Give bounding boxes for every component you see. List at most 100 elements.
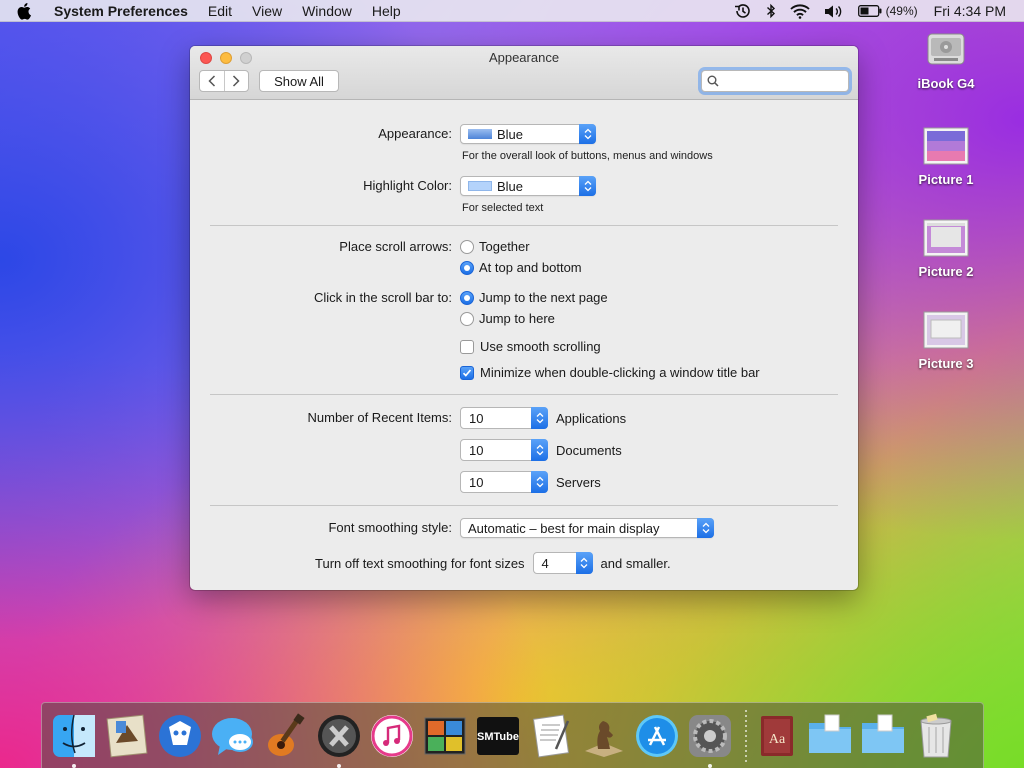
- menu-app-name[interactable]: System Preferences: [54, 0, 188, 22]
- status-area: (49%) Fri 4:34 PM: [720, 0, 1006, 22]
- menu-view[interactable]: View: [252, 0, 282, 22]
- search-input[interactable]: [723, 73, 843, 89]
- apple-menu-icon[interactable]: [17, 2, 39, 20]
- dock-separator: [745, 709, 747, 762]
- dock-trash[interactable]: [912, 712, 960, 760]
- dock-smtube[interactable]: SMTube: [474, 712, 522, 760]
- combo-value: 10: [469, 442, 484, 458]
- show-all-button[interactable]: Show All: [259, 70, 339, 92]
- updown-arrows-icon: [579, 124, 596, 144]
- updown-arrows-icon: [575, 552, 593, 574]
- finder-icon: [53, 714, 95, 757]
- recent-applications-label: Applications: [556, 410, 627, 426]
- dock-chess[interactable]: [580, 712, 628, 760]
- dock-dictionary[interactable]: Aa: [753, 712, 801, 760]
- divider: [210, 394, 838, 395]
- font-smoothing-popup[interactable]: Automatic – best for main display: [460, 518, 714, 538]
- desktop-icon-ibook[interactable]: iBook G4: [906, 30, 986, 91]
- search-field[interactable]: [701, 70, 849, 92]
- messages-icon: [212, 717, 253, 755]
- desktop-icon-picture-3[interactable]: Picture 3: [906, 310, 986, 371]
- checkbox-minimize-double-click[interactable]: Minimize when double-clicking a window t…: [460, 365, 760, 380]
- recent-documents-combo[interactable]: 10: [460, 439, 548, 461]
- radio-button-selected: [460, 290, 474, 305]
- font-smoothing-value: Automatic – best for main display: [468, 520, 660, 536]
- battery-status[interactable]: (49%): [857, 4, 918, 18]
- recent-servers-combo[interactable]: 10: [460, 471, 548, 493]
- window-titlebar[interactable]: Appearance Show All: [190, 46, 858, 100]
- wifi-icon[interactable]: [789, 4, 810, 19]
- dock-system-preferences[interactable]: [686, 712, 734, 768]
- dock-itunes[interactable]: [368, 712, 416, 760]
- highlight-popup[interactable]: Blue: [460, 176, 596, 196]
- text-smoothing-suffix: and smaller.: [600, 555, 671, 571]
- running-indicator: [337, 763, 341, 768]
- dock-app-store[interactable]: [633, 712, 681, 760]
- dock-textedit[interactable]: [527, 712, 575, 760]
- highlight-value: Blue: [497, 178, 524, 194]
- menu-bar: System Preferences Edit View Window Help…: [0, 0, 1024, 22]
- menubar-clock[interactable]: Fri 4:34 PM: [934, 3, 1006, 19]
- dock-folder-1[interactable]: [806, 712, 854, 760]
- battery-icon: [857, 5, 882, 17]
- folder-icon: [809, 714, 851, 753]
- nav-back-forward: [199, 70, 249, 92]
- radio-together[interactable]: Together: [460, 239, 530, 254]
- updown-arrows-icon: [531, 439, 548, 461]
- search-icon: [707, 75, 719, 87]
- scroll-arrows-label: Place scroll arrows:: [339, 239, 452, 254]
- dock-adium[interactable]: [156, 712, 204, 760]
- dock-messages[interactable]: [209, 712, 257, 760]
- chess-icon: [585, 720, 623, 757]
- adium-icon: [159, 714, 201, 757]
- appearance-swatch: [468, 129, 492, 139]
- desktop-icon-picture-1[interactable]: Picture 1: [906, 126, 986, 187]
- forward-button[interactable]: [225, 71, 249, 91]
- chevron-right-icon: [233, 75, 240, 87]
- radio-button: [460, 311, 474, 326]
- dock-mail[interactable]: [103, 712, 151, 760]
- appearance-control: Blue: [460, 124, 596, 144]
- radio-label: Together: [479, 239, 530, 254]
- recent-applications-combo[interactable]: 10: [460, 407, 548, 429]
- dock: SMTube Aa: [41, 702, 984, 768]
- app-store-icon: [636, 714, 678, 757]
- menu-window[interactable]: Window: [302, 0, 352, 22]
- appearance-window: Appearance Show All Appearance: Blue For…: [190, 46, 858, 590]
- photo-booth-icon: [424, 717, 466, 754]
- system-preferences-icon: [689, 714, 731, 757]
- checkbox: [460, 339, 474, 354]
- mail-icon: [106, 714, 148, 757]
- combo-value: 10: [469, 474, 484, 490]
- dock-photo-booth[interactable]: [421, 712, 469, 760]
- scroll-click-label: Click in the scroll bar to:: [314, 290, 452, 305]
- text-smoothing-size-combo[interactable]: 4: [532, 552, 593, 574]
- highlight-control: Blue: [460, 176, 596, 196]
- bluetooth-icon[interactable]: [766, 3, 776, 19]
- recent-applications-row: 10 Applications: [460, 407, 626, 429]
- checkbox-smooth-scrolling[interactable]: Use smooth scrolling: [460, 339, 601, 354]
- radio-jump-next-page[interactable]: Jump to the next page: [460, 290, 608, 305]
- radio-jump-to-here[interactable]: Jump to here: [460, 311, 555, 326]
- recent-servers-label: Servers: [556, 474, 601, 490]
- menu-help[interactable]: Help: [372, 0, 401, 22]
- desktop-icon-picture-2[interactable]: Picture 2: [906, 218, 986, 279]
- dock-mac-os-x[interactable]: [315, 712, 363, 768]
- recent-items-label: Number of Recent Items:: [307, 410, 453, 425]
- radio-button-selected: [460, 260, 474, 275]
- updown-arrows-icon: [697, 518, 714, 538]
- menu-edit[interactable]: Edit: [208, 0, 232, 22]
- folder-icon: [862, 714, 904, 753]
- radio-at-top-and-bottom[interactable]: At top and bottom: [460, 260, 582, 275]
- dock-garageband[interactable]: [262, 712, 310, 760]
- battery-percent: (49%): [885, 4, 918, 18]
- back-button[interactable]: [200, 71, 225, 91]
- time-machine-icon[interactable]: [734, 3, 752, 19]
- image-file-icon: [922, 126, 970, 166]
- volume-icon[interactable]: [824, 4, 844, 19]
- dock-folder-2[interactable]: [859, 712, 907, 760]
- desktop-icon-label: Picture 1: [918, 172, 974, 187]
- appearance-popup[interactable]: Blue: [460, 124, 596, 144]
- dock-finder[interactable]: [50, 712, 98, 768]
- appearance-hint: For the overall look of buttons, menus a…: [462, 150, 713, 162]
